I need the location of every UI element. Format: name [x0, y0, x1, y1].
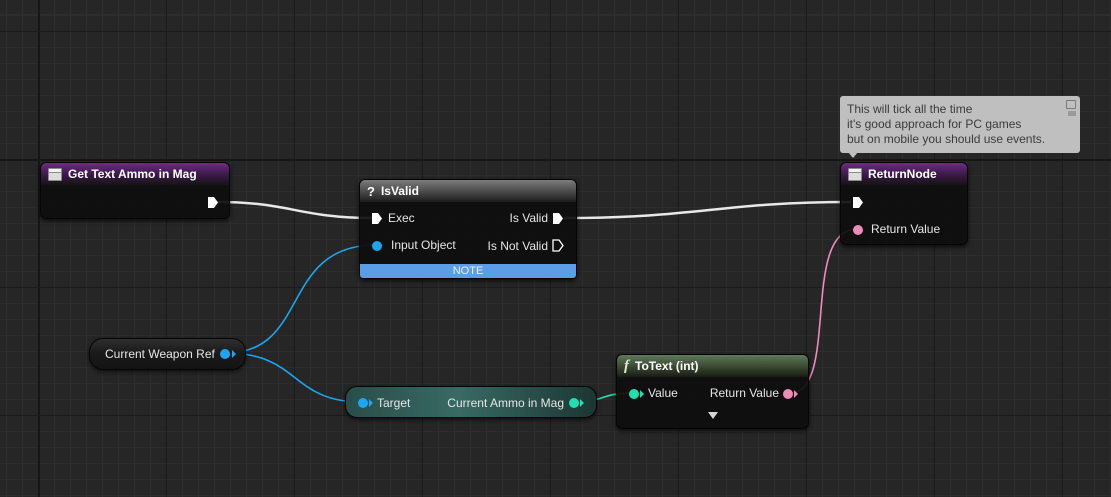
pin-arrow-icon: [640, 390, 644, 398]
exec-out-pin[interactable]: [207, 196, 219, 209]
function-f-icon: f: [624, 357, 629, 374]
comment-line: it's good approach for PC games: [847, 117, 1022, 131]
isvalid-title: IsValid: [380, 184, 419, 198]
function-entry-title: Get Text Ammo in Mag: [68, 167, 197, 181]
comment-line: but on mobile you should use events.: [847, 132, 1046, 146]
macro-question-icon: ?: [367, 183, 375, 199]
return-node-title: ReturnNode: [868, 167, 937, 181]
comment-bubble[interactable]: This will tick all the time it's good ap…: [840, 96, 1080, 153]
pin-arrow-icon: [369, 399, 373, 407]
isvalid-node[interactable]: ? IsValid Exec Input Object Is Valid Is …: [359, 179, 577, 279]
current-ammo-out-pin[interactable]: [569, 398, 579, 408]
exec-in-pin[interactable]: [371, 212, 383, 225]
target-label: Target: [377, 396, 411, 410]
return-value-label: Return Value: [871, 222, 941, 236]
target-in-pin[interactable]: [358, 398, 368, 408]
current-weapon-ref-label: Current Weapon Ref: [105, 347, 215, 361]
current-ammo-label: Current Ammo in Mag: [447, 396, 564, 410]
return-node-header: ReturnNode: [841, 163, 967, 185]
function-entry-node[interactable]: Get Text Ammo in Mag: [40, 162, 230, 219]
pin-arrow-icon: [232, 350, 236, 358]
input-object-label: Input Object: [391, 238, 456, 252]
pin-arrow-icon: [794, 390, 798, 398]
expand-arrow-icon[interactable]: [707, 411, 719, 420]
comment-tail: [848, 152, 858, 158]
comment-line: This will tick all the time: [847, 102, 973, 116]
is-valid-exec-out-pin[interactable]: [552, 212, 564, 225]
exec-wire-entry-to-isvalid: [216, 200, 373, 220]
comment-pin-icon[interactable]: [1066, 100, 1076, 109]
totext-return-value-label: Return Value: [709, 386, 779, 400]
value-label: Value: [648, 386, 678, 400]
exec-wire-isvalid-to-return: [563, 200, 852, 220]
value-in-pin[interactable]: [629, 389, 639, 399]
input-object-pin[interactable]: [372, 241, 382, 251]
note-bar: NOTE: [360, 264, 576, 278]
is-not-valid-label: Is Not Valid: [487, 239, 548, 253]
totext-header: f ToText (int): [617, 355, 808, 377]
isvalid-header: ? IsValid: [360, 180, 576, 202]
comment-collapse-icon[interactable]: [1068, 111, 1076, 116]
exec-in-label: Exec: [388, 211, 415, 225]
function-icon: [48, 167, 62, 181]
totext-return-value-out-pin[interactable]: [783, 389, 793, 399]
return-node[interactable]: ReturnNode Return Value: [840, 162, 968, 245]
current-weapon-ref-out-pin[interactable]: [220, 349, 230, 359]
is-valid-label: Is Valid: [509, 211, 548, 225]
object-wire-weapon-to-input: [225, 244, 377, 354]
object-wire-weapon-to-target: [225, 352, 363, 403]
return-exec-in-pin[interactable]: [852, 196, 864, 209]
totext-node[interactable]: f ToText (int) Value Return Value: [616, 354, 809, 429]
totext-title: ToText (int): [635, 359, 699, 373]
return-value-in-pin[interactable]: [853, 225, 863, 235]
function-entry-header: Get Text Ammo in Mag: [41, 163, 229, 185]
current-weapon-ref-node[interactable]: Current Weapon Ref: [89, 338, 246, 370]
pin-arrow-icon: [580, 399, 584, 407]
current-ammo-getter-node[interactable]: Target Current Ammo in Mag: [345, 386, 597, 418]
function-icon: [848, 167, 862, 181]
is-not-valid-exec-out-pin[interactable]: [552, 239, 564, 252]
